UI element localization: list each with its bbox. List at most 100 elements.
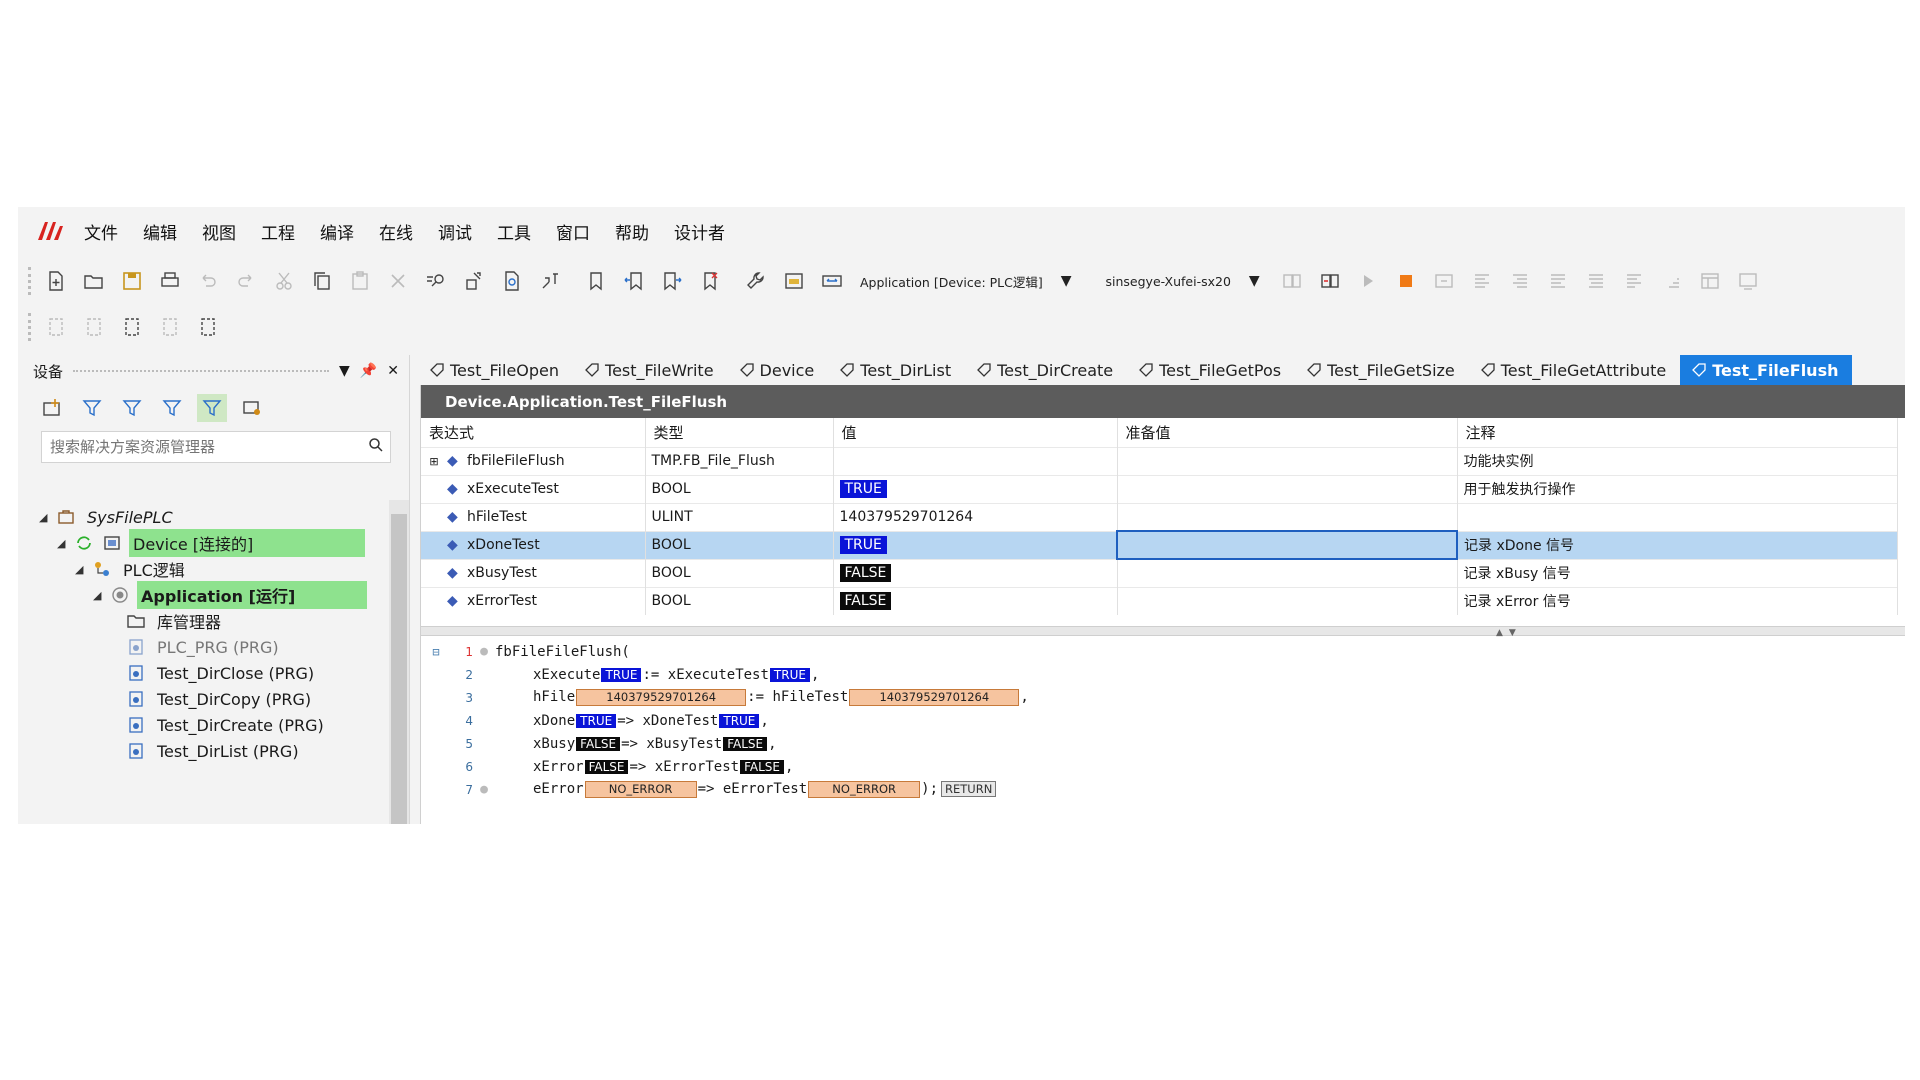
set-next-statement-icon[interactable]: [1620, 267, 1648, 295]
prepared-value-cell[interactable]: [1117, 474, 1458, 503]
resize-icon[interactable]: [818, 267, 846, 295]
tree-item-project[interactable]: ◢ SysFilePLC: [39, 503, 177, 531]
tree-item-program[interactable]: Test_DirCopy (PRG): [125, 685, 315, 713]
table-row-selected[interactable]: ◆ xDoneTest BOOL TRUE 记录 xDone 信号: [421, 530, 1898, 560]
page-icon[interactable]: [42, 313, 70, 341]
menu-view[interactable]: 视图: [202, 219, 236, 244]
search-input[interactable]: [50, 438, 362, 456]
tree-item-plc-logic[interactable]: ◢ PLC逻辑: [75, 555, 189, 583]
menu-tools[interactable]: 工具: [497, 219, 531, 244]
tab-test-dirlist[interactable]: Test_DirList: [828, 355, 965, 385]
filter-icon[interactable]: [117, 394, 147, 422]
gateway-dropdown[interactable]: sinsegye-Xufei-sx20 ▼: [1106, 273, 1260, 289]
page-icon[interactable]: [118, 313, 146, 341]
column-type[interactable]: 类型: [645, 418, 834, 447]
table-row[interactable]: ⊞ ◆ fbFileFileFlush TMP.FB_File_Flush 功能块实…: [421, 446, 1898, 475]
fold-icon[interactable]: ⊟: [421, 645, 451, 659]
tab-test-dircreate[interactable]: Test_DirCreate: [965, 355, 1127, 385]
filter-active-icon[interactable]: [197, 394, 227, 422]
code-line[interactable]: 7 ● eError NO_ERROR => eErrorTest NO_ERROR)…: [421, 778, 1905, 801]
tab-device[interactable]: Device: [728, 355, 829, 385]
prepared-value-cell[interactable]: [1117, 446, 1458, 475]
code-line[interactable]: 5 xBusy FALSE => xBusyTest FALSE,: [421, 732, 1905, 755]
run-to-cursor-icon[interactable]: [1582, 267, 1610, 295]
open-folder-icon[interactable]: [80, 267, 108, 295]
monitor-icon[interactable]: [1734, 267, 1762, 295]
wrench-icon[interactable]: [742, 267, 770, 295]
page-icon[interactable]: [156, 313, 184, 341]
toolbar-grip[interactable]: [28, 313, 32, 341]
print-icon[interactable]: [156, 267, 184, 295]
prepared-value-cell[interactable]: [1117, 586, 1458, 615]
menu-file[interactable]: 文件: [84, 219, 118, 244]
breakpoint-marker-icon[interactable]: ●: [473, 644, 495, 659]
find-icon[interactable]: [422, 267, 450, 295]
prepared-value-cell[interactable]: [1117, 502, 1458, 531]
delete-icon[interactable]: [384, 267, 412, 295]
menu-designer[interactable]: 设计者: [674, 219, 725, 244]
new-project-icon[interactable]: [42, 267, 70, 295]
redo-icon[interactable]: [232, 267, 260, 295]
tree-item-program[interactable]: Test_DirList (PRG): [125, 737, 303, 765]
expand-icon[interactable]: ⊞: [421, 455, 447, 468]
collapse-icon[interactable]: ◢: [39, 511, 55, 524]
tab-test-filegetsize[interactable]: Test_FileGetSize: [1295, 355, 1469, 385]
pin-icon[interactable]: 📌: [360, 363, 377, 379]
table-row[interactable]: ◆ hFileTest ULINT 140379529701264: [421, 502, 1898, 531]
column-prepared-value[interactable]: 准备值: [1117, 418, 1458, 447]
reset-icon[interactable]: [1430, 267, 1458, 295]
step-out-icon[interactable]: [1544, 267, 1572, 295]
copy-icon[interactable]: [308, 267, 336, 295]
code-line[interactable]: 4 xDone TRUE => xDoneTest TRUE,: [421, 709, 1905, 732]
panel-layout-icon[interactable]: [1696, 267, 1724, 295]
breakpoint-marker-icon[interactable]: ●: [473, 782, 495, 797]
collapse-icon[interactable]: ◢: [75, 563, 91, 576]
code-line[interactable]: 2 xExecute TRUE:= xExecuteTest TRUE,: [421, 663, 1905, 686]
table-row[interactable]: ◆ xBusyTest BOOL FALSE 记录 xBusy 信号: [421, 558, 1898, 587]
column-value[interactable]: 值: [833, 418, 1118, 447]
expression-cell[interactable]: ◆ xErrorTest: [421, 586, 646, 615]
table-row[interactable]: ◆ xErrorTest BOOL FALSE 记录 xError 信号: [421, 586, 1898, 615]
page-icon[interactable]: [80, 313, 108, 341]
code-line[interactable]: ⊟ 1 ● fbFileFileFlush(: [421, 640, 1905, 663]
prev-bookmark-icon[interactable]: [620, 267, 648, 295]
menu-edit[interactable]: 编辑: [143, 219, 177, 244]
find-in-files-icon[interactable]: [498, 267, 526, 295]
menu-project[interactable]: 工程: [261, 219, 295, 244]
filter-icon[interactable]: [157, 394, 187, 422]
expression-cell[interactable]: ◆ xDoneTest: [421, 530, 646, 559]
tree-item-program[interactable]: Test_DirCreate (PRG): [125, 711, 328, 739]
bookmark-icon[interactable]: [582, 267, 610, 295]
stop-icon[interactable]: [1392, 267, 1420, 295]
search-icon[interactable]: [362, 437, 390, 457]
replace-icon[interactable]: [460, 267, 488, 295]
collapse-icon[interactable]: ◢: [93, 589, 109, 602]
search-field[interactable]: [41, 431, 391, 463]
save-icon[interactable]: [118, 267, 146, 295]
tab-test-fileopen[interactable]: Test_FileOpen: [418, 355, 573, 385]
tree-item-program[interactable]: PLC_PRG (PRG): [125, 633, 283, 661]
show-next-statement-icon[interactable]: [1658, 267, 1686, 295]
paste-icon[interactable]: [346, 267, 374, 295]
toolbar-grip[interactable]: [28, 267, 32, 295]
pane-splitter[interactable]: ▲▼: [421, 626, 1905, 638]
replace-all-icon[interactable]: [536, 267, 564, 295]
column-expression[interactable]: 表达式: [421, 418, 646, 447]
menu-online[interactable]: 在线: [379, 219, 413, 244]
expression-cell[interactable]: ◆ xExecuteTest: [421, 474, 646, 503]
undo-icon[interactable]: [194, 267, 222, 295]
tree-item-device[interactable]: ◢ Device [连接的]: [57, 529, 365, 557]
logout-icon[interactable]: [1316, 267, 1344, 295]
cut-icon[interactable]: [270, 267, 298, 295]
page-icon[interactable]: [194, 313, 222, 341]
table-row[interactable]: ◆ xExecuteTest BOOL TRUE 用于触发执行操作: [421, 474, 1898, 503]
menu-build[interactable]: 编译: [320, 219, 354, 244]
collapse-icon[interactable]: ◢: [57, 537, 73, 550]
login-icon[interactable]: [1278, 267, 1306, 295]
code-line[interactable]: 6 xError FALSE => xErrorTest FALSE,: [421, 755, 1905, 778]
window-icon[interactable]: [780, 267, 808, 295]
code-editor[interactable]: ⊟ 1 ● fbFileFileFlush( 2 xExecute TRUE:= …: [421, 636, 1905, 801]
tab-test-filegetpos[interactable]: Test_FileGetPos: [1127, 355, 1295, 385]
scrollbar-thumb[interactable]: [391, 514, 407, 824]
clear-bookmarks-icon[interactable]: [696, 267, 724, 295]
